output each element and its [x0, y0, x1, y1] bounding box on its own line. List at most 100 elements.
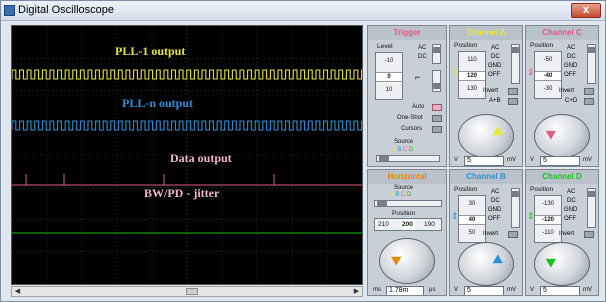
- channel-a-combo-label: A+B: [489, 98, 501, 104]
- horizontal-position-spinner[interactable]: 210 200 190: [374, 218, 442, 231]
- scroll-right-arrow-icon[interactable]: ▶: [351, 287, 362, 296]
- channel-c-coupling-switch[interactable]: [587, 44, 596, 84]
- channel-a-position-low: 130: [466, 86, 477, 92]
- trigger-level-value-low: 10: [385, 87, 393, 93]
- channel-a-invert-button[interactable]: [508, 88, 518, 95]
- one-shot-button[interactable]: [432, 115, 442, 122]
- channel-a-volts-field[interactable]: 5: [464, 156, 504, 166]
- timebase-dial[interactable]: [379, 238, 435, 284]
- channel-a-combo-button[interactable]: [508, 98, 518, 105]
- channel-d-position-value: -120: [535, 215, 561, 225]
- h-position-right: 190: [424, 221, 435, 228]
- channel-a-position-spinner[interactable]: 110 120 130: [458, 51, 486, 99]
- channel-a-offset-marker-icon: ⇕: [451, 67, 459, 77]
- channel-c-combo-button[interactable]: [584, 98, 594, 105]
- channel-d-position-high: -130: [541, 201, 554, 207]
- channel-d-coupling-switch[interactable]: [587, 188, 596, 228]
- channel-d-panel: Channel D Position -130 -120 -110 ⇕ AC D…: [525, 169, 599, 296]
- rising-edge-icon: ⌐: [415, 72, 421, 82]
- h-source-letter-d: D: [407, 192, 412, 198]
- trigger-source-slider[interactable]: [376, 155, 440, 162]
- channel-b-dc-label: DC: [491, 198, 500, 204]
- close-button[interactable]: x: [571, 3, 601, 18]
- channel-b-title: Channel B: [450, 170, 522, 184]
- scroll-left-arrow-icon[interactable]: ◀: [12, 287, 23, 296]
- title-bar[interactable]: Digital Oscilloscope x: [1, 1, 605, 21]
- source-letter-a: A: [392, 147, 396, 153]
- bw-pd-jitter-label: BW/PD - jitter: [144, 186, 220, 200]
- horizontal-position-label: Position: [392, 210, 416, 217]
- h-source-letter-b: B: [395, 192, 400, 198]
- cursors-button[interactable]: [432, 126, 442, 133]
- trigger-edge-switch[interactable]: [432, 70, 441, 92]
- channel-b-invert-button[interactable]: [508, 231, 518, 238]
- trigger-ac-label: AC: [418, 45, 427, 51]
- timebase-ms-unit: ms: [373, 287, 381, 293]
- channel-d-off-label: OFF: [564, 216, 576, 222]
- channel-b-coupling-switch[interactable]: [511, 188, 520, 228]
- horizontal-scrollbar[interactable]: ◀ ▶: [11, 286, 363, 297]
- scroll-thumb[interactable]: [186, 288, 198, 295]
- channel-c-volts-dial[interactable]: [534, 114, 590, 158]
- source-letter-b: B: [397, 147, 402, 153]
- source-letter-c: C: [403, 147, 408, 153]
- channel-c-offset-marker-icon: ⇕: [527, 67, 535, 77]
- auto-label: Auto: [412, 104, 425, 110]
- channel-a-volts-dial[interactable]: [458, 114, 514, 158]
- auto-button[interactable]: [432, 104, 442, 111]
- channel-b-volts-field[interactable]: 5: [464, 286, 504, 295]
- channel-b-volts-dial[interactable]: [458, 242, 514, 286]
- channel-b-gnd-label: GND: [488, 207, 502, 213]
- pll1-trace: [12, 69, 362, 80]
- oscilloscope-window: Digital Oscilloscope x PLL-1 output PLL-…: [0, 0, 606, 302]
- trigger-coupling-switch[interactable]: [432, 44, 441, 64]
- channel-c-ac-label: AC: [567, 45, 576, 51]
- channel-b-panel: Channel B Position 30 40 50 ⇕ AC DC GND …: [449, 169, 523, 296]
- trigger-level-label: Level: [377, 43, 393, 50]
- channel-d-invert-button[interactable]: [584, 231, 594, 238]
- channel-c-position-spinner[interactable]: -50 -40 -30: [534, 51, 562, 99]
- channel-a-off-label: OFF: [488, 72, 500, 78]
- channel-d-volts-field[interactable]: 5: [540, 286, 580, 295]
- horizontal-source-slider[interactable]: [374, 200, 442, 207]
- channel-d-dc-label: DC: [567, 198, 576, 204]
- channel-c-v-unit: V: [530, 157, 535, 163]
- source-letter-d: D: [409, 147, 414, 153]
- channel-b-position-value: 40: [459, 215, 485, 225]
- plln-trace: [12, 120, 362, 131]
- channel-d-invert-label: Invert: [559, 231, 575, 237]
- channel-a-dc-label: DC: [491, 54, 500, 60]
- scope-screen: PLL-1 output PLL-n output Data output BW…: [11, 25, 363, 285]
- channel-a-panel: Channel A Position 110 120 130 ⇕ AC DC G…: [449, 25, 523, 167]
- channel-d-mv-unit: mV: [583, 287, 592, 293]
- channel-d-volts-dial[interactable]: [534, 242, 590, 286]
- channel-c-position-low: -30: [543, 86, 553, 92]
- channel-d-offset-marker-icon: ⇕: [527, 211, 535, 221]
- window-title: Digital Oscilloscope: [18, 4, 114, 16]
- channel-c-dc-label: DC: [567, 54, 576, 60]
- channel-d-position-spinner[interactable]: -130 -120 -110: [534, 195, 562, 243]
- channel-c-invert-button[interactable]: [584, 88, 594, 95]
- h-source-letter-a: A: [390, 192, 394, 198]
- channel-b-mv-unit: mV: [507, 287, 516, 293]
- channel-c-panel: Channel C Position -50 -40 -30 ⇕ AC DC G…: [525, 25, 599, 167]
- channel-c-position-label: Position: [530, 42, 554, 49]
- trigger-level-spinner[interactable]: -10 0 10: [375, 52, 403, 100]
- h-source-letter-c: C: [401, 192, 406, 198]
- channel-a-v-unit: V: [454, 157, 459, 163]
- trigger-source-label: Source: [394, 139, 414, 145]
- trigger-level-value: 0: [376, 72, 402, 82]
- channel-a-mv-unit: mV: [507, 157, 516, 163]
- horizontal-title: Horizontal: [368, 170, 446, 184]
- channel-b-offset-marker-icon: ⇕: [451, 211, 459, 221]
- channel-a-gnd-label: GND: [488, 63, 502, 69]
- channel-a-coupling-switch[interactable]: [511, 44, 520, 84]
- channel-c-volts-field[interactable]: 5: [540, 156, 580, 166]
- trigger-title: Trigger: [368, 26, 446, 40]
- channel-b-position-spinner[interactable]: 30 40 50: [458, 195, 486, 243]
- channel-b-invert-label: Invert: [483, 231, 499, 237]
- channel-d-v-unit: V: [530, 287, 535, 293]
- horizontal-panel: Horizontal Source A B C D Position 210 2…: [367, 169, 447, 296]
- timebase-value-field[interactable]: 1.78m: [386, 286, 424, 295]
- cursors-label: Cursors: [401, 126, 423, 132]
